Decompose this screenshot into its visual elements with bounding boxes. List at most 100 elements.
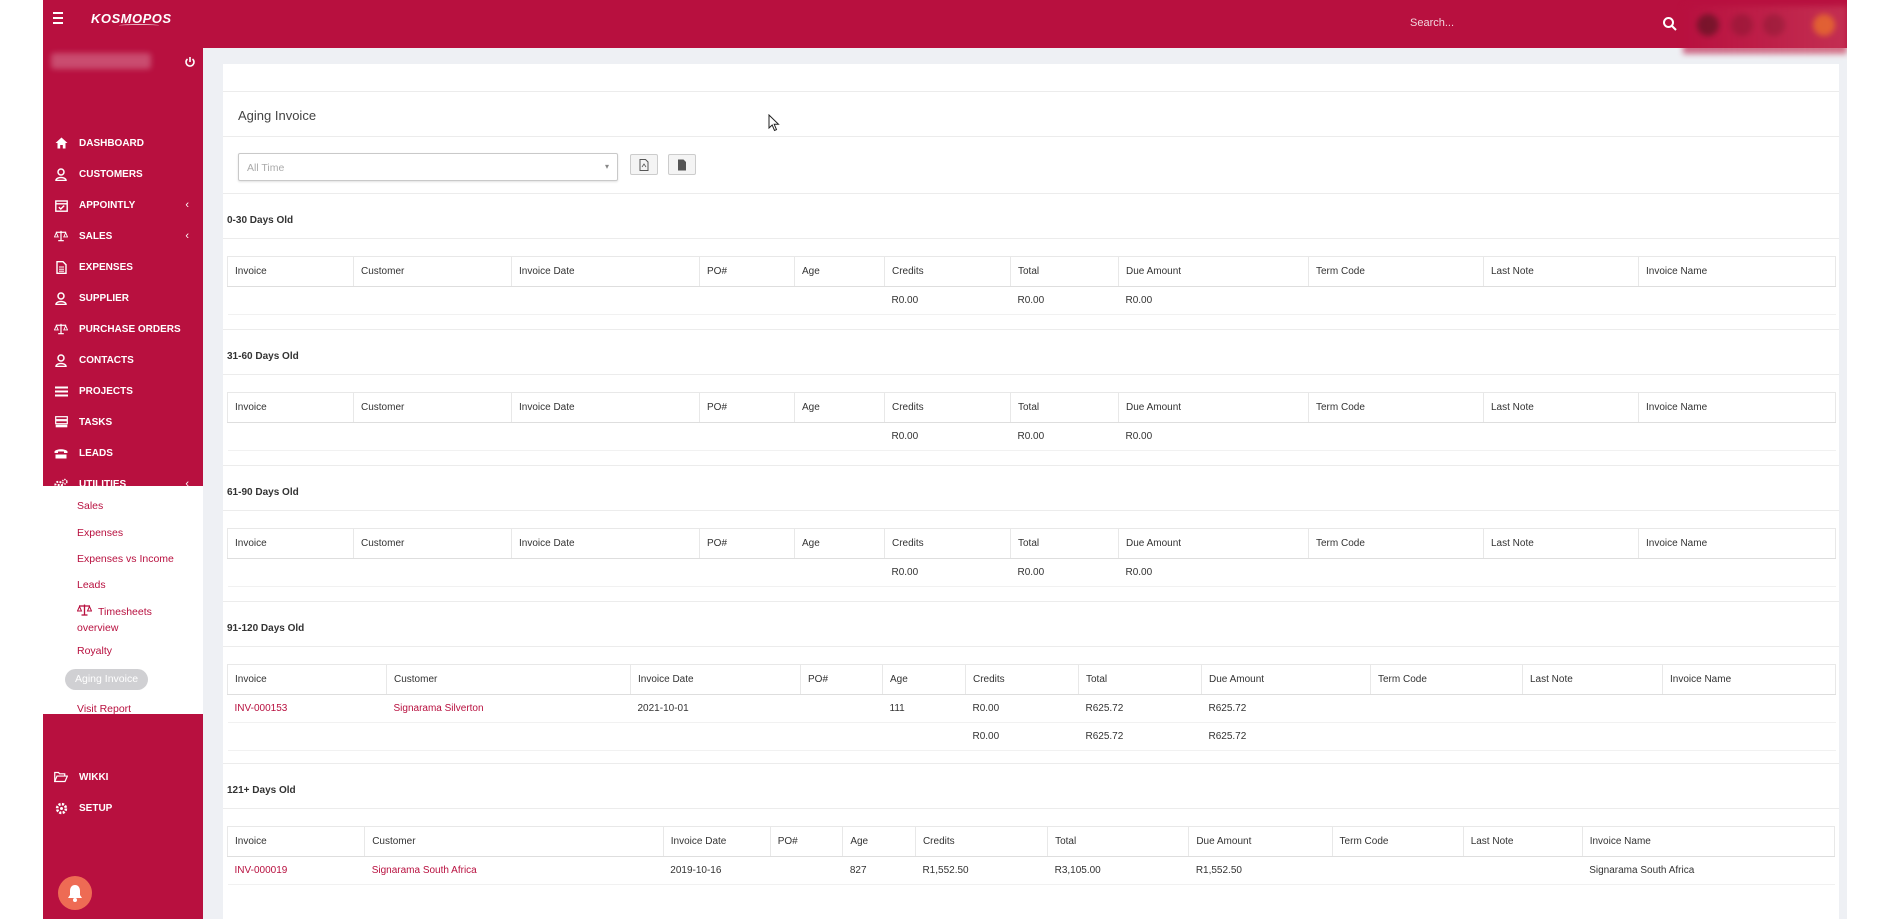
- invoice-link[interactable]: INV-000153: [235, 703, 288, 714]
- column-header-invoice-name[interactable]: Invoice Name: [1638, 392, 1836, 423]
- power-icon[interactable]: [184, 56, 196, 68]
- column-header-age[interactable]: Age: [882, 664, 966, 695]
- sidebar-item-leads[interactable]: LEADS: [43, 438, 203, 468]
- brand-logo[interactable]: KOSMOPOS: [91, 11, 172, 27]
- column-header-po[interactable]: PO#: [699, 256, 795, 287]
- sidebar-item-customers[interactable]: CUSTOMERS: [43, 159, 203, 189]
- search-icon[interactable]: [1662, 16, 1678, 32]
- column-header-po[interactable]: PO#: [769, 826, 844, 857]
- invoice-link[interactable]: INV-000019: [235, 865, 288, 876]
- column-header-invoice-date[interactable]: Invoice Date: [511, 392, 700, 423]
- column-header-age[interactable]: Age: [842, 826, 916, 857]
- column-header-total[interactable]: Total: [1010, 392, 1119, 423]
- column-header-term-code[interactable]: Term Code: [1331, 826, 1464, 857]
- column-header-po[interactable]: PO#: [699, 392, 795, 423]
- search-input[interactable]: Search...: [1410, 17, 1454, 29]
- sidebar-item-dashboard[interactable]: DASHBOARD: [43, 128, 203, 158]
- date-range-select[interactable]: All Time ▾: [238, 153, 618, 181]
- column-header-customer[interactable]: Customer: [386, 664, 631, 695]
- column-header-total[interactable]: Total: [1047, 826, 1190, 857]
- customer-link[interactable]: Signarama South Africa: [372, 865, 477, 876]
- column-header-term-code[interactable]: Term Code: [1308, 256, 1484, 287]
- sidebar-item-wikki[interactable]: WIKKI: [43, 762, 203, 792]
- sidebar-item-expenses[interactable]: EXPENSES: [43, 252, 203, 282]
- column-header-invoice-name[interactable]: Invoice Name: [1638, 256, 1836, 287]
- column-header-total[interactable]: Total: [1010, 256, 1119, 287]
- sidebar-item-sales[interactable]: SALES ‹: [43, 221, 203, 251]
- submenu-item-leads[interactable]: Leads: [77, 578, 106, 593]
- column-header-invoice[interactable]: Invoice: [226, 826, 366, 857]
- sidebar-item-contacts[interactable]: CONTACTS: [43, 345, 203, 375]
- column-header-customer[interactable]: Customer: [353, 392, 512, 423]
- column-header-customer[interactable]: Customer: [353, 528, 512, 559]
- column-header-invoice-date[interactable]: Invoice Date: [630, 664, 801, 695]
- column-header-last-note[interactable]: Last Note: [1483, 256, 1639, 287]
- column-header-credits[interactable]: Credits: [884, 392, 1011, 423]
- submenu-item-sales[interactable]: Sales: [77, 499, 103, 514]
- column-header-age[interactable]: Age: [794, 392, 885, 423]
- sidebar-item-appointly[interactable]: APPOINTLY ‹: [43, 190, 203, 220]
- column-header-invoice[interactable]: Invoice: [227, 528, 354, 559]
- column-header-term-code[interactable]: Term Code: [1308, 528, 1484, 559]
- column-header-last-note[interactable]: Last Note: [1462, 826, 1583, 857]
- submenu-item-expenses[interactable]: Expenses: [77, 526, 123, 541]
- total-empty-cell: [630, 722, 801, 751]
- submenu-item-expenses-vs-income[interactable]: Expenses vs Income: [77, 552, 174, 567]
- submenu-item-visit-report[interactable]: Visit Report: [77, 702, 131, 717]
- sidebar-user-name-blurred[interactable]: [51, 53, 151, 69]
- export-pdf-button[interactable]: [630, 154, 658, 175]
- column-header-invoice-date[interactable]: Invoice Date: [511, 256, 700, 287]
- column-header-invoice[interactable]: Invoice: [227, 392, 354, 423]
- column-header-invoice-date[interactable]: Invoice Date: [511, 528, 700, 559]
- sidebar-item-label: WIKKI: [79, 771, 109, 783]
- column-header-due-amount[interactable]: Due Amount: [1118, 528, 1309, 559]
- column-header-age[interactable]: Age: [794, 256, 885, 287]
- column-header-invoice[interactable]: Invoice: [227, 664, 387, 695]
- total-empty-cell: [1370, 722, 1523, 751]
- customer-link[interactable]: Signarama Silverton: [394, 703, 484, 714]
- sidebar-item-purchase-orders[interactable]: PURCHASE ORDERS: [43, 314, 203, 344]
- column-header-due-amount[interactable]: Due Amount: [1201, 664, 1371, 695]
- total-empty-cell: [800, 722, 883, 751]
- sidebar-item-tasks[interactable]: TASKS: [43, 407, 203, 437]
- column-header-credits[interactable]: Credits: [965, 664, 1079, 695]
- submenu-item-royalty[interactable]: Royalty: [77, 644, 112, 659]
- column-header-due-amount[interactable]: Due Amount: [1188, 826, 1333, 857]
- column-header-total[interactable]: Total: [1078, 664, 1202, 695]
- column-header-invoice-name[interactable]: Invoice Name: [1638, 528, 1836, 559]
- column-header-invoice-name[interactable]: Invoice Name: [1662, 664, 1836, 695]
- sidebar-item-setup[interactable]: SETUP: [43, 793, 203, 823]
- column-header-last-note[interactable]: Last Note: [1483, 392, 1639, 423]
- column-header-term-code[interactable]: Term Code: [1370, 664, 1523, 695]
- column-header-customer[interactable]: Customer: [364, 826, 664, 857]
- column-header-invoice-date[interactable]: Invoice Date: [662, 826, 771, 857]
- column-header-term-code[interactable]: Term Code: [1308, 392, 1484, 423]
- menu-toggle-icon[interactable]: [53, 12, 71, 28]
- column-header-due-amount[interactable]: Due Amount: [1118, 256, 1309, 287]
- sidebar-item-projects[interactable]: PROJECTS: [43, 376, 203, 406]
- column-header-last-note[interactable]: Last Note: [1483, 528, 1639, 559]
- column-header-po[interactable]: PO#: [800, 664, 883, 695]
- column-header-age[interactable]: Age: [794, 528, 885, 559]
- export-excel-button[interactable]: [668, 154, 696, 175]
- column-header-credits[interactable]: Credits: [884, 256, 1011, 287]
- column-header-po[interactable]: PO#: [699, 528, 795, 559]
- aging-table: Invoice Customer Invoice Date PO# Age Credits…: [227, 256, 1836, 315]
- total-due: R625.72: [1201, 722, 1371, 751]
- column-header-due-amount[interactable]: Due Amount: [1118, 392, 1309, 423]
- column-header-invoice[interactable]: Invoice: [227, 256, 354, 287]
- home-icon: [54, 136, 68, 150]
- column-header-customer[interactable]: Customer: [353, 256, 512, 287]
- column-header-last-note[interactable]: Last Note: [1522, 664, 1663, 695]
- column-header-credits[interactable]: Credits: [914, 826, 1049, 857]
- column-header-total[interactable]: Total: [1010, 528, 1119, 559]
- total-empty-cell: [1662, 722, 1836, 751]
- submenu-item-aging-invoice[interactable]: Aging Invoice: [65, 669, 149, 690]
- sidebar-item-label: SALES: [79, 230, 113, 242]
- notification-bell-icon[interactable]: [58, 876, 92, 910]
- column-header-invoice-name[interactable]: Invoice Name: [1581, 826, 1836, 857]
- sidebar-item-supplier[interactable]: SUPPLIER: [43, 283, 203, 313]
- user-menu-blurred[interactable]: [1683, 6, 1847, 54]
- column-header-credits[interactable]: Credits: [884, 528, 1011, 559]
- submenu-item-timesheets[interactable]: Timesheets overview: [76, 604, 152, 636]
